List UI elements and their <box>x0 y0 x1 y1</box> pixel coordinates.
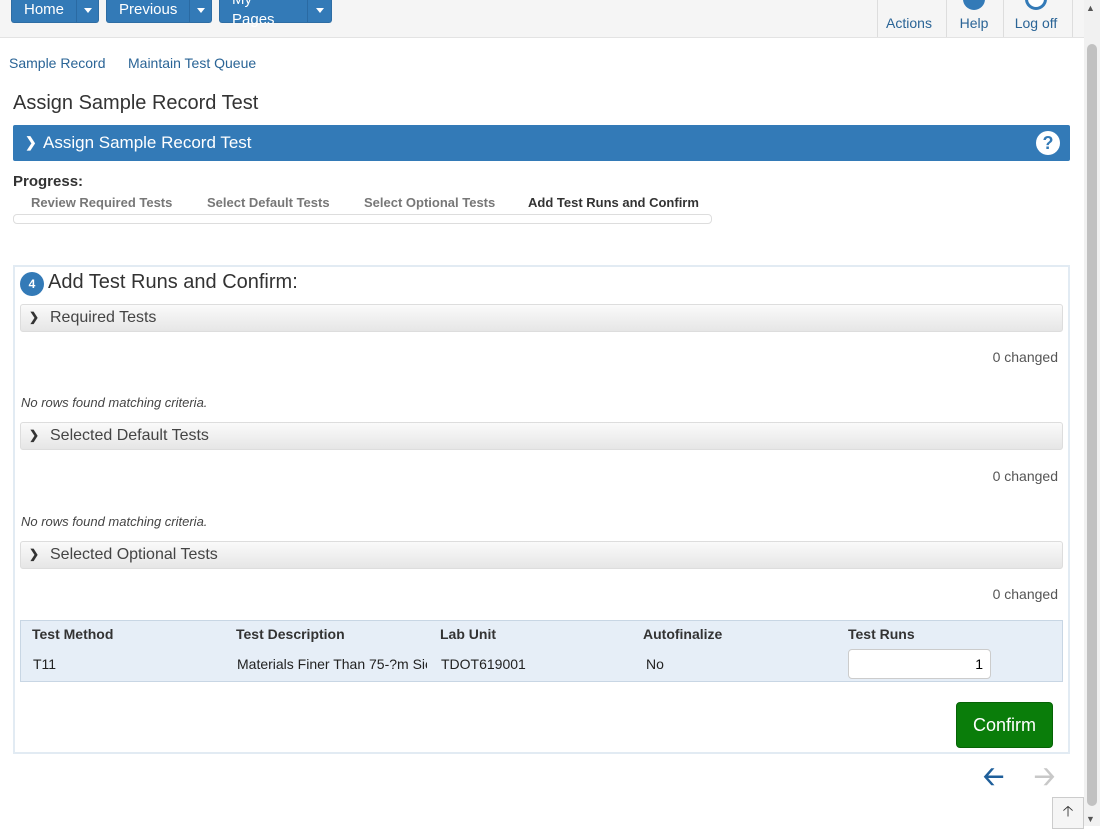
arrow-right-icon: 🡢 <box>1034 761 1056 791</box>
scrollbar-thumb[interactable] <box>1087 44 1097 806</box>
previous-button[interactable]: Previous <box>106 0 212 23</box>
home-dropdown-icon[interactable] <box>76 0 98 22</box>
back-to-top-button[interactable]: 🡡 <box>1052 797 1084 829</box>
divider <box>1072 0 1073 37</box>
test-runs-input[interactable] <box>848 649 991 679</box>
panel-header[interactable]: ❯ Assign Sample Record Test ? <box>13 125 1070 161</box>
scroll-up-icon[interactable]: ▲ <box>1086 3 1095 13</box>
cell-test-method: T11 <box>33 656 57 672</box>
help-link[interactable]: Help <box>950 0 998 37</box>
panel-title: Assign Sample Record Test <box>43 133 252 152</box>
cell-lab-unit: TDOT619001 <box>441 656 526 672</box>
changed-count: 0 changed <box>992 468 1058 484</box>
page-title: Assign Sample Record Test <box>13 92 259 114</box>
step-select-default-tests[interactable]: Select Default Tests <box>207 195 330 210</box>
empty-message: No rows found matching criteria. <box>21 514 208 529</box>
breadcrumb-maintain-test-queue[interactable]: Maintain Test Queue <box>128 55 256 71</box>
progress-bar <box>13 214 712 224</box>
confirm-button[interactable]: Confirm <box>956 702 1053 748</box>
changed-count: 0 changed <box>992 586 1058 602</box>
accordion-title: Selected Optional Tests <box>50 546 218 563</box>
accordion-selected-optional-tests[interactable]: ❯ Selected Optional Tests <box>20 541 1063 569</box>
column-header-test-runs[interactable]: Test Runs <box>848 626 915 642</box>
previous-dropdown-icon[interactable] <box>189 0 211 22</box>
home-button[interactable]: Home <box>11 0 99 23</box>
divider <box>946 0 947 37</box>
accordion-selected-default-tests[interactable]: ❯ Selected Default Tests <box>20 422 1063 450</box>
arrow-left-icon[interactable]: 🡠 <box>983 758 1004 802</box>
help-icon[interactable]: ? <box>1036 131 1060 155</box>
my-pages-button[interactable]: My Pages <box>219 0 332 28</box>
help-label: Help <box>959 15 989 31</box>
optional-tests-table: Test Method Test Description Lab Unit Au… <box>20 620 1063 682</box>
empty-message: No rows found matching criteria. <box>21 395 208 410</box>
logoff-link[interactable]: Log off <box>1008 0 1064 37</box>
help-icon <box>963 0 985 10</box>
my-pages-label: My Pages <box>232 0 275 28</box>
breadcrumb-sample-record[interactable]: Sample Record <box>9 55 106 71</box>
cell-test-description: Materials Finer Than 75-?m Sieve <box>237 656 427 672</box>
arrow-up-icon: 🡡 <box>1062 802 1074 820</box>
column-header-autofinalize[interactable]: Autofinalize <box>643 626 722 642</box>
chevron-down-icon: ❯ <box>29 547 40 561</box>
chevron-down-icon: ❯ <box>29 310 40 324</box>
column-header-test-description[interactable]: Test Description <box>236 626 345 642</box>
accordion-title: Selected Default Tests <box>50 427 209 444</box>
step-review-required-tests[interactable]: Review Required Tests <box>31 195 172 210</box>
power-icon <box>1025 0 1047 10</box>
chevron-down-icon[interactable]: ❯ <box>25 134 37 151</box>
scroll-down-icon[interactable]: ▼ <box>1086 814 1095 824</box>
previous-label: Previous <box>119 0 178 18</box>
my-pages-dropdown-icon[interactable] <box>307 0 331 22</box>
actions-label: Actions <box>886 15 932 31</box>
progress-label: Progress: <box>13 173 84 190</box>
changed-count: 0 changed <box>992 349 1058 365</box>
step-select-optional-tests[interactable]: Select Optional Tests <box>364 195 495 210</box>
accordion-required-tests[interactable]: ❯ Required Tests <box>20 304 1063 332</box>
logoff-label: Log off <box>1014 15 1058 31</box>
step-number-badge: 4 <box>20 272 44 296</box>
accordion-title: Required Tests <box>50 309 157 326</box>
actions-link[interactable]: Actions <box>878 0 940 37</box>
divider <box>1003 0 1004 37</box>
chevron-down-icon: ❯ <box>29 428 40 442</box>
column-header-lab-unit[interactable]: Lab Unit <box>440 626 496 642</box>
column-header-test-method[interactable]: Test Method <box>32 626 113 642</box>
home-label: Home <box>24 0 65 18</box>
cell-autofinalize: No <box>646 656 664 672</box>
step-add-test-runs[interactable]: Add Test Runs and Confirm <box>528 195 699 210</box>
section-title: Add Test Runs and Confirm: <box>48 271 298 293</box>
